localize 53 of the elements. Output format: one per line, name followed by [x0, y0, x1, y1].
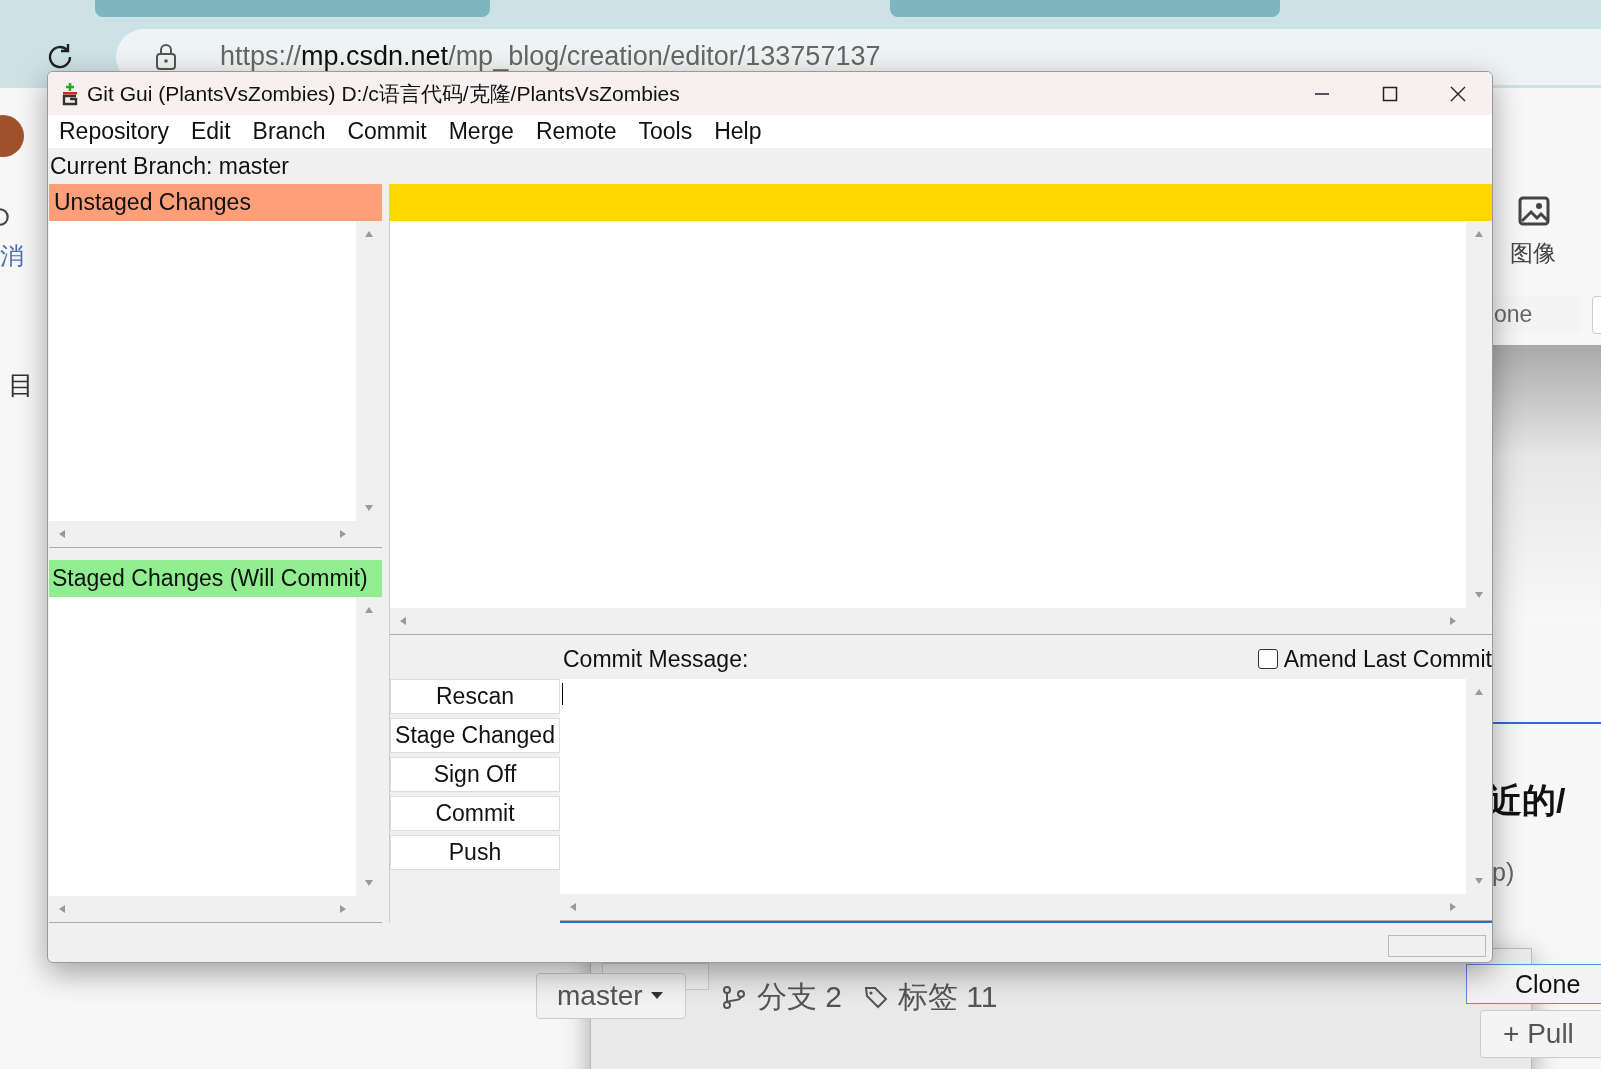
- menu-item[interactable]: Merge: [448, 118, 514, 145]
- clone-button[interactable]: Clone: [1466, 964, 1601, 1004]
- current-branch-label: Current Branch: master: [50, 152, 290, 180]
- url-text: https://mp.csdn.net/mp_blog/creation/editor/133757137: [220, 41, 881, 72]
- branch-dropdown[interactable]: master: [536, 973, 686, 1019]
- lock-icon: [154, 42, 178, 71]
- action-button[interactable]: Stage Changed: [390, 718, 560, 753]
- scroll-arrow-icon[interactable]: [1448, 616, 1458, 626]
- commit-message-field[interactable]: [560, 679, 1466, 894]
- note-text: p): [1492, 858, 1515, 887]
- text-cursor: [562, 683, 563, 705]
- menu-item[interactable]: Remote: [535, 118, 617, 145]
- scroll-arrow-icon[interactable]: [1474, 590, 1484, 600]
- scroll-arrow-icon[interactable]: [1474, 876, 1484, 886]
- scroll-arrow-icon[interactable]: [364, 229, 374, 239]
- scroll-arrow-icon[interactable]: [398, 616, 408, 626]
- section-header: Staged Changes (Will Commit): [49, 559, 382, 597]
- scroll-arrow-icon[interactable]: [1474, 687, 1484, 697]
- scroll-arrow-icon[interactable]: [338, 904, 348, 914]
- menu-item[interactable]: Commit: [347, 118, 427, 145]
- menu-item[interactable]: Branch: [252, 118, 326, 145]
- scroll-arrow-icon[interactable]: [364, 878, 374, 888]
- toolbar-label[interactable]: 图像: [1510, 238, 1556, 269]
- action-button[interactable]: Push: [390, 835, 560, 870]
- close-icon[interactable]: [1450, 85, 1466, 102]
- amend-checkbox[interactable]: Amend Last Commit: [1257, 645, 1492, 673]
- maximize-icon[interactable]: [1382, 85, 1398, 102]
- commit-message-label: Commit Message:: [563, 645, 749, 673]
- sidebar-label: 目: [8, 369, 34, 402]
- sidebar-label: 消: [0, 241, 24, 271]
- scroll-arrow-icon[interactable]: [57, 904, 67, 914]
- section-header: Unstaged Changes: [49, 184, 382, 221]
- branch-icon: [722, 985, 746, 1009]
- scroll-arrow-icon[interactable]: [568, 902, 578, 912]
- scroll-arrow-icon[interactable]: [1474, 229, 1484, 239]
- scroll-arrow-icon[interactable]: [338, 528, 348, 539]
- scroll-arrow-icon[interactable]: [1448, 902, 1458, 912]
- menu-item[interactable]: Tools: [638, 118, 693, 145]
- action-button[interactable]: Rescan: [390, 679, 560, 714]
- pull-request-button[interactable]: + Pull: [1480, 1010, 1601, 1058]
- menu-item[interactable]: Help: [714, 118, 762, 145]
- git-icon: [61, 81, 79, 106]
- tag-icon: [864, 985, 888, 1009]
- image-icon[interactable]: [1518, 196, 1550, 226]
- tag-count[interactable]: 标签 11: [898, 977, 998, 1018]
- caret-icon: [650, 992, 663, 1000]
- menu-item[interactable]: Edit: [190, 118, 231, 145]
- action-button[interactable]: Commit: [390, 796, 560, 831]
- scroll-arrow-icon[interactable]: [364, 502, 374, 513]
- branch-count[interactable]: 分支 2: [757, 977, 843, 1018]
- menu-item[interactable]: Repository: [59, 118, 169, 145]
- scroll-arrow-icon[interactable]: [57, 528, 67, 539]
- action-button[interactable]: Sign Off: [390, 757, 560, 792]
